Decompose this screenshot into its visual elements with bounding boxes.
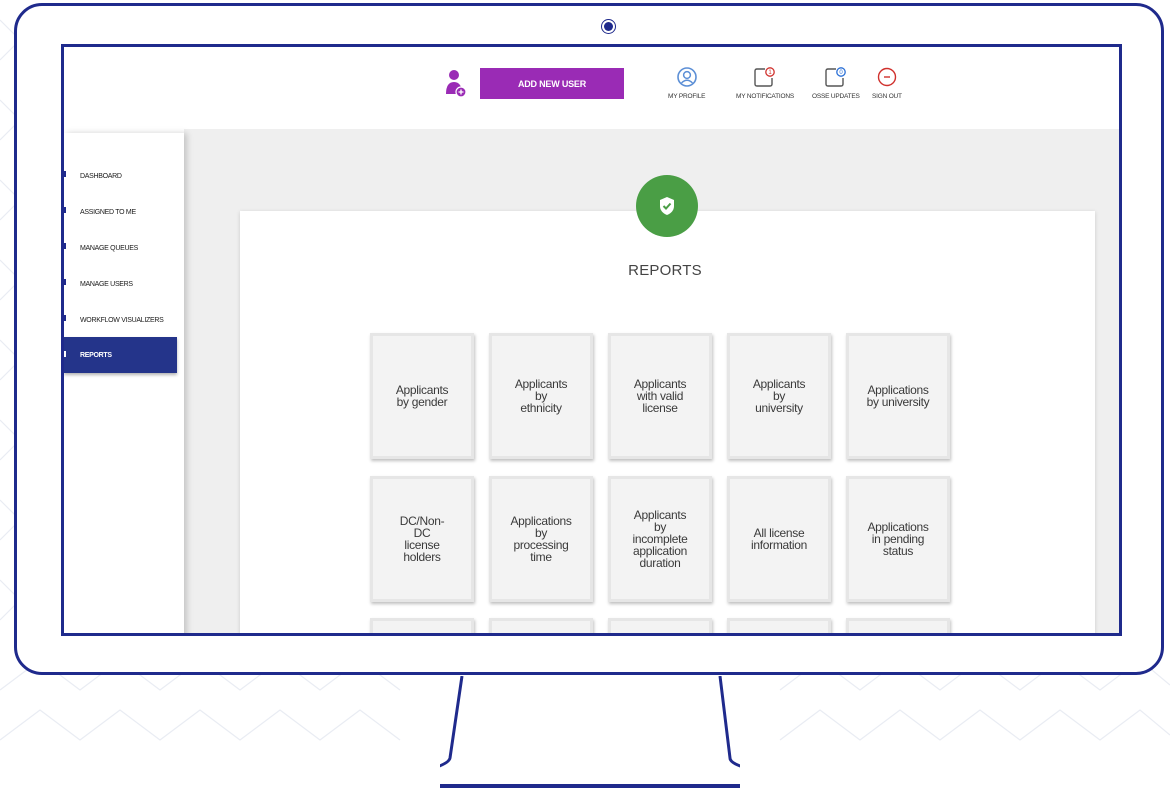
sidebar-marker <box>64 171 66 177</box>
report-tile-applicants-by-university[interactable]: Applicants by university <box>727 333 831 459</box>
sidebar-marker <box>64 279 66 285</box>
report-tile[interactable] <box>846 618 950 633</box>
sign-out-link[interactable]: SIGN OUT <box>872 67 902 100</box>
webcam-dot <box>604 22 613 31</box>
report-tile-applications-in-pending-status[interactable]: Applications in pending status <box>846 476 950 602</box>
osse-updates-label: OSSE UPDATES <box>812 93 860 100</box>
add-new-user-button[interactable]: ADD NEW USER <box>480 68 624 99</box>
report-tile-applicants-by-gender[interactable]: Applicants by gender <box>370 333 474 459</box>
report-tile[interactable] <box>489 618 593 633</box>
osse-updates-link[interactable]: 0 OSSE UPDATES <box>812 67 860 100</box>
page-title: REPORTS <box>628 262 702 279</box>
sidebar-item-workflow-visualizers[interactable]: WORKFLOW VISUALIZERS <box>64 305 177 335</box>
notification-icon: 1 <box>754 67 775 87</box>
sidebar-item-label: MANAGE USERS <box>80 280 133 288</box>
my-profile-link[interactable]: MY PROFILE <box>668 67 705 100</box>
app-screen: ADD NEW USER MY PROFILE 1 MY NOTIFICATIO… <box>61 44 1122 636</box>
sidebar-item-manage-queues[interactable]: MANAGE QUEUES <box>64 233 177 263</box>
report-tile-applications-by-processing-time[interactable]: Applications by processing time <box>489 476 593 602</box>
report-tile-applications-by-university[interactable]: Applications by university <box>846 333 950 459</box>
my-notifications-label: MY NOTIFICATIONS <box>736 93 794 100</box>
sidebar-item-label: WORKFLOW VISUALIZERS <box>80 316 164 324</box>
shield-check-icon <box>660 197 674 215</box>
sidebar-item-manage-users[interactable]: MANAGE USERS <box>64 269 177 299</box>
report-tile[interactable] <box>608 618 712 633</box>
reports-badge <box>636 175 698 237</box>
report-tile-dc-non-dc-license-holders[interactable]: DC/Non- DC license holders <box>370 476 474 602</box>
add-user-icon[interactable] <box>446 68 467 98</box>
sidebar-item-label: MANAGE QUEUES <box>80 244 138 252</box>
sidebar-item-dashboard[interactable]: DASHBOARD <box>64 161 177 191</box>
sidebar-marker <box>64 351 66 357</box>
report-tile-applicants-with-valid-license[interactable]: Applicants with valid license <box>608 333 712 459</box>
my-notifications-link[interactable]: 1 MY NOTIFICATIONS <box>736 67 794 100</box>
sidebar-item-assigned-to-me[interactable]: ASSIGNED TO ME <box>64 197 177 227</box>
report-tile-all-license-information[interactable]: All license information <box>727 476 831 602</box>
sidebar-item-label: ASSIGNED TO ME <box>80 208 136 216</box>
sign-out-label: SIGN OUT <box>872 93 902 100</box>
report-tile[interactable] <box>370 618 474 633</box>
my-profile-label: MY PROFILE <box>668 93 706 100</box>
monitor-stand <box>440 676 740 788</box>
sidebar-item-label: DASHBOARD <box>80 172 122 180</box>
sidebar-marker <box>64 315 66 321</box>
sidebar: DASHBOARD ASSIGNED TO ME MANAGE QUEUES M… <box>64 133 184 633</box>
report-tile-applicants-by-incomplete-duration[interactable]: Applicants by incomplete application dur… <box>608 476 712 602</box>
report-tile[interactable] <box>727 618 831 633</box>
sidebar-item-reports[interactable]: REPORTS <box>64 337 177 373</box>
profile-icon <box>676 67 697 87</box>
top-bar: ADD NEW USER MY PROFILE 1 MY NOTIFICATIO… <box>64 47 1119 133</box>
sign-out-icon <box>877 67 897 87</box>
sidebar-marker <box>64 243 66 249</box>
sidebar-marker <box>64 207 66 213</box>
sidebar-item-label: REPORTS <box>80 351 112 359</box>
updates-icon: 0 <box>825 67 846 87</box>
report-tile-applicants-by-ethnicity[interactable]: Applicants by ethnicity <box>489 333 593 459</box>
